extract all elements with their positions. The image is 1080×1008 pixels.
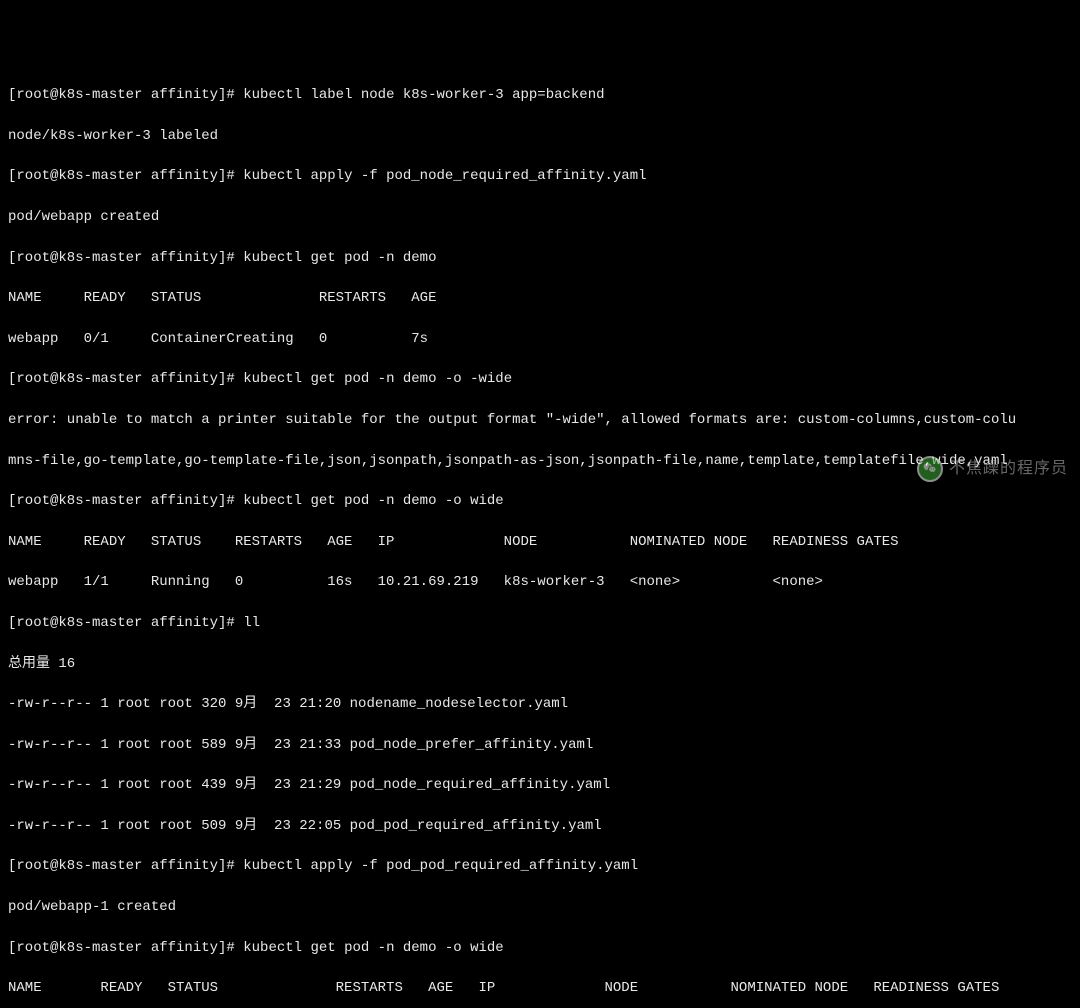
terminal-line: [root@k8s-master affinity]# kubectl labe… (8, 85, 1072, 105)
prompt: [root@k8s-master affinity]# (8, 493, 243, 509)
file-listing: -rw-r--r-- 1 root root 589 9月 23 21:33 p… (8, 735, 1072, 755)
terminal-output: pod/webapp-1 created (8, 897, 1072, 917)
command-text: kubectl apply -f pod_pod_required_affini… (243, 858, 638, 874)
table-row: webapp 1/1 Running 0 16s 10.21.69.219 k8… (8, 572, 1072, 592)
table-header: NAME READY STATUS RESTARTS AGE (8, 288, 1072, 308)
command-text: kubectl label node k8s-worker-3 app=back… (243, 87, 604, 103)
terminal-line: [root@k8s-master affinity]# ll (8, 613, 1072, 633)
prompt: [root@k8s-master affinity]# (8, 940, 243, 956)
prompt: [root@k8s-master affinity]# (8, 858, 243, 874)
terminal-line: [root@k8s-master affinity]# kubectl get … (8, 491, 1072, 511)
table-row: webapp 0/1 ContainerCreating 0 7s (8, 329, 1072, 349)
prompt: [root@k8s-master affinity]# (8, 371, 243, 387)
file-listing: -rw-r--r-- 1 root root 509 9月 23 22:05 p… (8, 816, 1072, 836)
file-listing: -rw-r--r-- 1 root root 439 9月 23 21:29 p… (8, 775, 1072, 795)
table-header: NAME READY STATUS RESTARTS AGE IP NODE N… (8, 532, 1072, 552)
terminal-output: node/k8s-worker-3 labeled (8, 126, 1072, 146)
prompt: [root@k8s-master affinity]# (8, 250, 243, 266)
prompt: [root@k8s-master affinity]# (8, 615, 243, 631)
terminal-output: pod/webapp created (8, 207, 1072, 227)
error-output: mns-file,go-template,go-template-file,js… (8, 451, 1072, 471)
command-text: ll (243, 615, 260, 631)
terminal-line: [root@k8s-master affinity]# kubectl get … (8, 938, 1072, 958)
prompt: [root@k8s-master affinity]# (8, 87, 243, 103)
command-text: kubectl get pod -n demo -o -wide (243, 371, 512, 387)
terminal-line: [root@k8s-master affinity]# kubectl get … (8, 248, 1072, 268)
command-text: kubectl get pod -n demo (243, 250, 436, 266)
terminal-line: [root@k8s-master affinity]# kubectl appl… (8, 166, 1072, 186)
table-header: NAME READY STATUS RESTARTS AGE IP NODE N… (8, 978, 1072, 998)
prompt: [root@k8s-master affinity]# (8, 168, 243, 184)
terminal-line: [root@k8s-master affinity]# kubectl get … (8, 369, 1072, 389)
command-text: kubectl get pod -n demo -o wide (243, 940, 503, 956)
ll-total: 总用量 16 (8, 654, 1072, 674)
file-listing: -rw-r--r-- 1 root root 320 9月 23 21:20 n… (8, 694, 1072, 714)
command-text: kubectl apply -f pod_node_required_affin… (243, 168, 646, 184)
error-output: error: unable to match a printer suitabl… (8, 410, 1072, 430)
terminal-line: [root@k8s-master affinity]# kubectl appl… (8, 856, 1072, 876)
command-text: kubectl get pod -n demo -o wide (243, 493, 503, 509)
